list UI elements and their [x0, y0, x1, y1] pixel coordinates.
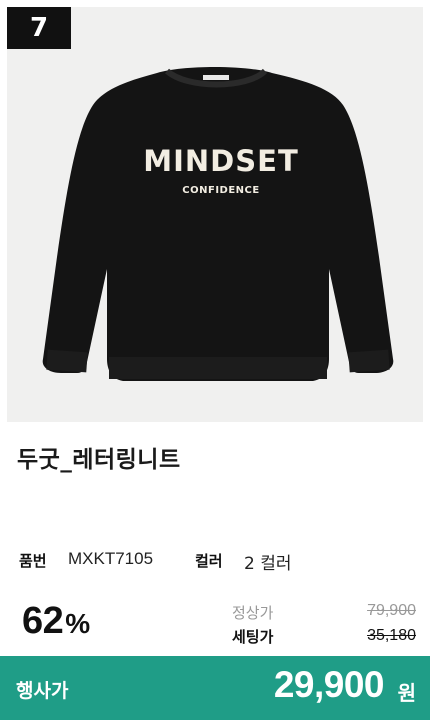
product-card[interactable]: MINDSET CONFIDENCE 7 두굿_레터링니트 품번 MXKT710… — [0, 0, 430, 720]
set-price-label: 세팅가 — [232, 628, 274, 646]
rank-badge: 7 — [7, 7, 71, 49]
regular-price-label: 정상가 — [232, 604, 274, 622]
product-meta: 품번 MXKT7105 컬러 2 컬러 — [0, 548, 430, 576]
color-value: 2 컬러 — [244, 554, 292, 574]
color-label: 컬러 — [195, 552, 223, 570]
product-title[interactable]: 두굿_레터링니트 — [17, 440, 181, 474]
sweater-print-main: MINDSET — [143, 144, 298, 178]
discount-rate: 62% — [22, 600, 90, 643]
set-price: 35,180 — [367, 627, 416, 644]
event-price-label: 행사가 — [16, 680, 69, 702]
sweater-print-sub: CONFIDENCE — [182, 185, 259, 196]
code-label: 품번 — [19, 552, 47, 570]
discount-number: 62 — [22, 600, 64, 642]
regular-price: 79,900 — [367, 602, 416, 619]
discount-symbol: % — [65, 608, 90, 639]
sweater-image: MINDSET CONFIDENCE — [42, 67, 394, 381]
code-value: MXKT7105 — [68, 549, 154, 568]
event-price-bar[interactable]: 행사가 29,900 원 — [0, 656, 430, 720]
event-price: 29,900 — [273, 664, 385, 705]
product-image[interactable]: MINDSET CONFIDENCE 7 — [7, 7, 423, 422]
event-price-unit: 원 — [397, 681, 416, 705]
